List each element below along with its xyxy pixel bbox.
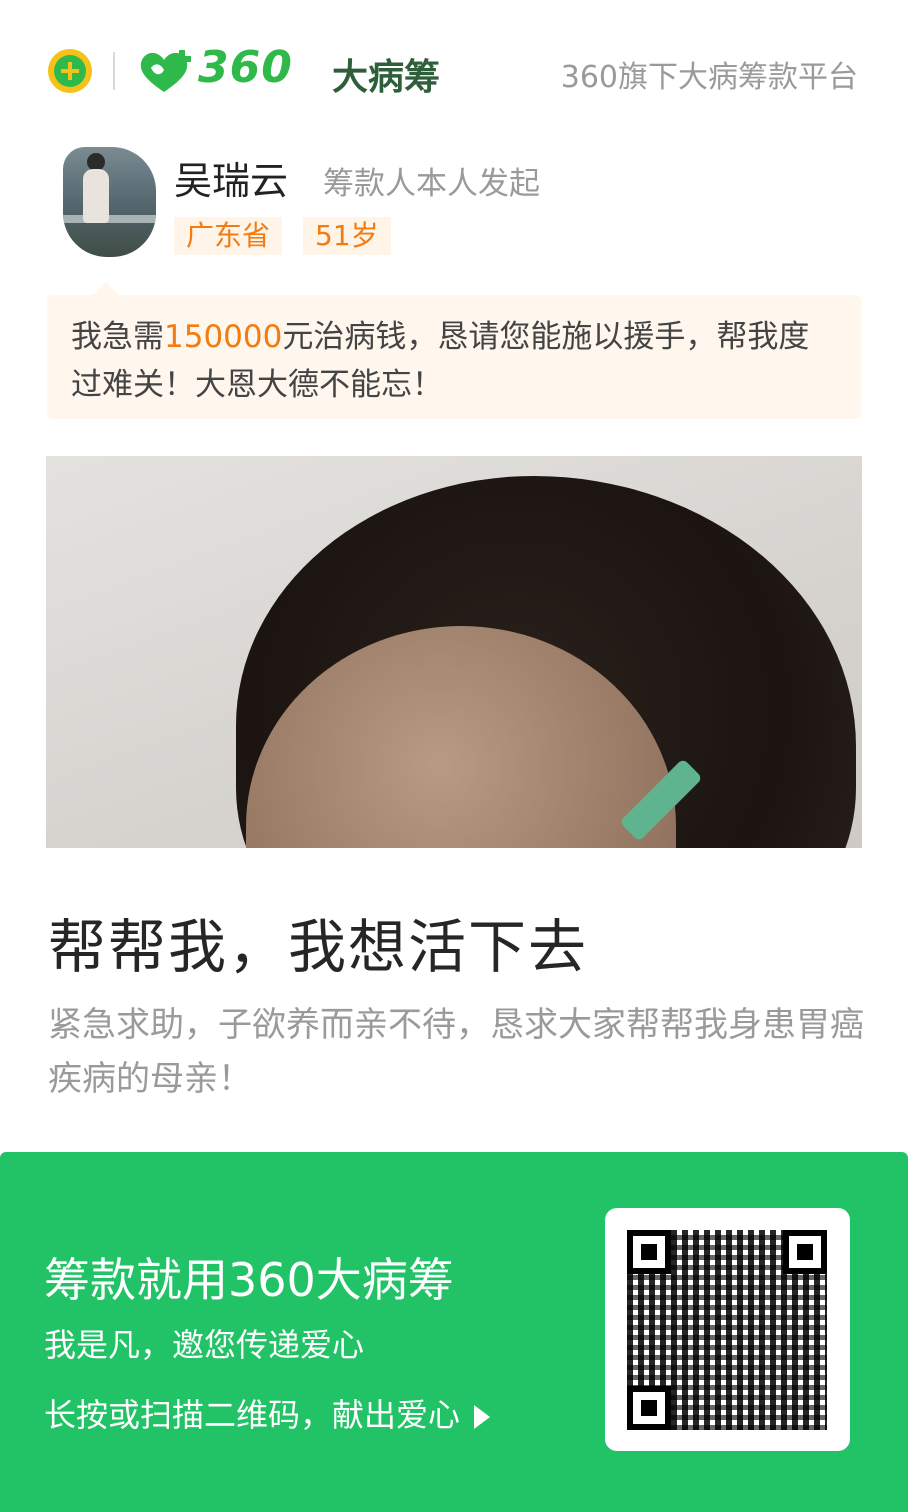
qr-finder-pattern <box>627 1386 671 1430</box>
age-tag: 51岁 <box>303 217 391 255</box>
heart-leaf-logo-icon <box>140 50 191 92</box>
province-tag: 广东省 <box>174 217 283 255</box>
footer-title: 筹款就用360大病筹 <box>44 1253 454 1307</box>
brand-number: 360 <box>198 42 293 93</box>
footer-invite: 我是凡，邀您传递爱心 <box>44 1326 365 1364</box>
brand-name: 大病筹 <box>332 57 441 98</box>
qr-code[interactable] <box>627 1230 827 1430</box>
footer-cta[interactable]: 长按或扫描二维码，献出爱心 <box>44 1390 491 1436</box>
patient-photo[interactable] <box>46 456 862 848</box>
logo-divider <box>113 52 115 90</box>
patient-name: 吴瑞云 <box>174 159 289 203</box>
campaign-title: 帮帮我，我想活下去 <box>48 913 589 981</box>
appeal-prefix: 我急需 <box>71 319 164 355</box>
qr-finder-pattern <box>783 1230 827 1274</box>
appeal-text: 我急需150000元治病钱，恳请您能施以援手，帮我度过难关！大恩大德不能忘！ <box>71 313 821 409</box>
campaign-description: 紧急求助，子欲养而亲不待，恳求大家帮帮我身患胃癌疾病的母亲！ <box>48 1005 864 1099</box>
qr-finder-pattern <box>627 1230 671 1274</box>
footer-cta-label: 长按或扫描二维码，献出爱心 <box>44 1396 461 1434</box>
qr-code-card[interactable] <box>605 1208 850 1451</box>
platform-tagline: 360旗下大病筹款平台 <box>560 60 858 95</box>
play-arrow-icon <box>474 1405 491 1429</box>
appeal-amount: 150000 <box>164 319 283 355</box>
avatar <box>63 147 156 257</box>
initiator-label: 筹款人本人发起 <box>323 166 540 202</box>
360-plus-logo-icon <box>48 49 92 93</box>
speech-bubble-pointer <box>92 282 120 296</box>
header: 360 大病筹 360旗下大病筹款平台 <box>0 0 910 140</box>
promo-footer: 筹款就用360大病筹 我是凡，邀您传递爱心 长按或扫描二维码，献出爱心 <box>0 1152 908 1512</box>
appeal-bubble: 我急需150000元治病钱，恳请您能施以援手，帮我度过难关！大恩大德不能忘！ <box>47 295 861 419</box>
